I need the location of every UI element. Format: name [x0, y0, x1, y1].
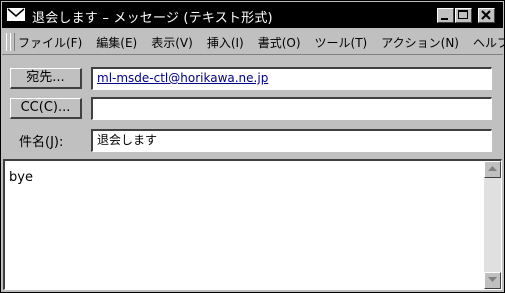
menu-insert[interactable]: 挿入(I) — [207, 34, 244, 51]
menu-help[interactable]: ヘルプ(H) — [473, 34, 505, 51]
subject-label: 件名(J): — [19, 135, 64, 150]
menu-file[interactable]: ファイル(F) — [18, 34, 82, 51]
recipient-address[interactable]: ml-msde-ctl@horikawa.ne.jp — [97, 71, 268, 85]
scroll-up-button[interactable] — [484, 161, 501, 178]
body-text[interactable]: bye — [9, 170, 33, 185]
close-icon — [481, 10, 491, 20]
menu-grip[interactable] — [10, 33, 15, 51]
to-button[interactable]: 宛先... — [10, 68, 82, 89]
maximize-button[interactable] — [455, 8, 472, 23]
title-bar[interactable]: 退会します – メッセージ (テキスト形式) — [2, 2, 503, 28]
vertical-scrollbar[interactable] — [484, 161, 501, 289]
menu-tools[interactable]: ツール(T) — [315, 34, 368, 51]
close-button[interactable] — [478, 8, 495, 23]
menu-format[interactable]: 書式(O) — [258, 34, 301, 51]
minimize-button[interactable] — [437, 8, 454, 23]
down-arrow-icon — [488, 277, 497, 282]
menu-actions[interactable]: アクション(N) — [381, 34, 459, 51]
envelope-icon — [7, 8, 25, 21]
subject-field[interactable]: 退会します — [91, 129, 492, 152]
menu-view[interactable]: 表示(V) — [151, 34, 193, 51]
minimize-icon — [441, 18, 448, 20]
cc-field[interactable] — [91, 97, 492, 120]
menu-edit[interactable]: 編集(E) — [96, 34, 137, 51]
menu-bar: ファイル(F) 編集(E) 表示(V) 挿入(I) 書式(O) ツール(T) ア… — [2, 29, 505, 55]
cc-button[interactable]: CC(C)... — [10, 98, 82, 119]
message-window: 退会します – メッセージ (テキスト形式) ファイル(F) 編集(E) 表示(… — [0, 0, 505, 293]
scroll-down-button[interactable] — [484, 272, 501, 289]
to-field[interactable]: ml-msde-ctl@horikawa.ne.jp — [91, 67, 492, 90]
up-arrow-icon — [488, 166, 497, 171]
message-body[interactable]: bye — [3, 159, 502, 290]
window-title: 退会します – メッセージ (テキスト形式) — [32, 11, 273, 26]
maximize-icon — [458, 10, 468, 19]
